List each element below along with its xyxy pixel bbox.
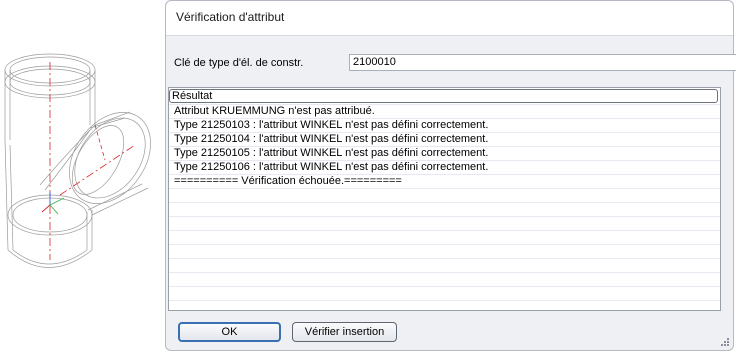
result-line: Type 21250106 : l'attribut WINKEL n'est … bbox=[174, 161, 489, 173]
attribute-check-dialog: Vérification d'attribut Clé de type d'él… bbox=[165, 0, 736, 351]
cad-viewport[interactable] bbox=[0, 0, 166, 353]
result-column-header[interactable]: Résultat bbox=[169, 89, 718, 103]
pipe-tee-drawing bbox=[4, 53, 151, 268]
component-key-label: Clé de type d'él. de constr. bbox=[174, 57, 304, 69]
result-line: Type 21250104 : l'attribut WINKEL n'est … bbox=[174, 133, 489, 145]
verify-insertion-button[interactable]: Vérifier insertion bbox=[292, 322, 397, 342]
result-list[interactable]: Résultat Attribut KRUEMMUNG n'est pas at… bbox=[168, 87, 721, 311]
result-line: Type 21250105 : l'attribut WINKEL n'est … bbox=[174, 147, 489, 159]
result-line: Type 21250103 : l'attribut WINKEL n'est … bbox=[174, 119, 489, 131]
ok-button[interactable]: OK bbox=[178, 322, 281, 342]
component-key-row: Clé de type d'él. de constr. 2100010 bbox=[166, 35, 736, 85]
dialog-titlebar[interactable]: Vérification d'attribut bbox=[166, 1, 733, 36]
result-line: Attribut KRUEMMUNG n'est pas attribué. bbox=[174, 105, 375, 117]
resize-grip-icon[interactable] bbox=[721, 338, 730, 347]
dialog-title: Vérification d'attribut bbox=[176, 10, 285, 24]
result-lines: Attribut KRUEMMUNG n'est pas attribué. T… bbox=[169, 104, 720, 310]
result-line: ========== Vérification échouée.========… bbox=[174, 175, 402, 187]
component-key-field[interactable]: 2100010 bbox=[349, 54, 736, 71]
